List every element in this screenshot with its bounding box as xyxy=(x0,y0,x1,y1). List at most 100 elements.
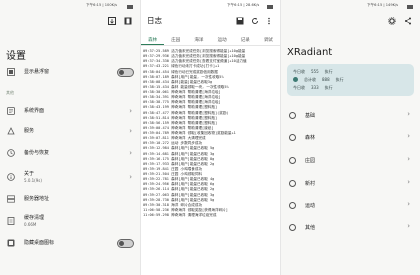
sport-icon xyxy=(289,202,296,209)
row-label: 服务器地址 xyxy=(24,196,50,202)
status-label: 今日收 xyxy=(293,85,305,90)
import-icon[interactable] xyxy=(122,15,134,27)
status-icons xyxy=(406,3,416,9)
more-vert-icon[interactable] xyxy=(263,15,275,27)
chevron-right-icon: › xyxy=(129,107,132,115)
save-icon[interactable] xyxy=(234,15,246,27)
menu-label: 新村 xyxy=(305,181,316,187)
status-text: 下午6:15 | 28.6K/s xyxy=(227,3,260,7)
about-row[interactable]: 关于 5.0.1(9s) › xyxy=(0,167,140,187)
chevron-right-icon: › xyxy=(129,149,132,157)
chevron-right-icon: › xyxy=(129,173,132,181)
status-value: 888 xyxy=(322,77,330,82)
status-line: 今日收 333 执行 xyxy=(293,85,333,91)
status-state: 执行 xyxy=(335,77,344,82)
status-bar: 下午6:15 | 28.6K/s xyxy=(141,0,280,10)
menu-item-village[interactable]: 新村 › xyxy=(281,172,420,194)
backup-icon xyxy=(7,149,15,157)
tab-ocean[interactable]: 海洋 xyxy=(187,36,210,45)
section-header: 其他 xyxy=(6,90,14,95)
row-label: 备份与恢复 xyxy=(24,150,50,156)
menu-item-farm[interactable]: 庄园 › xyxy=(281,149,420,171)
info-icon xyxy=(7,173,15,181)
log-text-area[interactable]: 09:37:25.589 活力值未完成任务[浏览搜索得能量]+10g能量 09:3… xyxy=(143,49,278,218)
village-icon xyxy=(289,180,296,187)
server-address-row[interactable]: 服务器地址 xyxy=(0,189,140,209)
settings-panel: 下午6:15 | 100K/s 设置 显示悬浮窗 其他 系统界面 › 服务 › … xyxy=(0,0,140,275)
menu-item-other[interactable]: 其他 › xyxy=(281,216,420,238)
status-value: 555 xyxy=(311,69,319,74)
app-bar: 日志 xyxy=(141,12,280,30)
service-row[interactable]: 服务 › xyxy=(0,121,140,141)
row-label: 服务 xyxy=(24,128,35,134)
status-line: 今日收 555 执行 xyxy=(293,69,333,75)
status-state: 执行 xyxy=(324,69,333,74)
status-state: 执行 xyxy=(324,85,333,90)
page-title: 日志 xyxy=(147,16,162,25)
row-label: 缓存清理 0.66M xyxy=(24,215,44,228)
settings-gear-icon[interactable] xyxy=(386,15,398,27)
menu-label: 基础 xyxy=(305,113,316,119)
basic-icon xyxy=(289,112,296,119)
row-label: 系统界面 xyxy=(24,108,45,114)
backup-row[interactable]: 备份与恢复 › xyxy=(0,143,140,163)
chevron-right-icon: › xyxy=(129,127,132,135)
share-icon[interactable] xyxy=(402,15,414,27)
export-icon[interactable] xyxy=(106,15,118,27)
hide-icon xyxy=(7,239,15,247)
row-label: 隐藏桌面图标 xyxy=(24,240,55,246)
status-text: 下午6:15 | 100K/s xyxy=(86,3,118,7)
page-title: 设置 xyxy=(6,51,26,62)
status-icons xyxy=(126,3,136,9)
status-label: 今日收 xyxy=(293,69,305,74)
hide-icon-row[interactable]: 隐藏桌面图标 xyxy=(0,233,140,253)
chevron-right-icon: › xyxy=(407,200,410,208)
status-line: 总计收 888 执行 xyxy=(293,77,344,83)
cache-label: 缓存清理 xyxy=(24,214,45,221)
tab-sport[interactable]: 运动 xyxy=(211,36,234,45)
home-panel: 下午6:15 | 149K/s XRadiant 今日收 555 执行 总计收 … xyxy=(280,0,420,275)
refresh-icon[interactable] xyxy=(249,15,261,27)
tab-forest[interactable]: 森林 xyxy=(141,36,165,45)
server-icon xyxy=(7,195,15,203)
chevron-right-icon: › xyxy=(407,178,410,186)
cache-clean-row[interactable]: 缓存清理 0.66M xyxy=(0,211,140,231)
menu-item-basic[interactable]: 基础 › xyxy=(281,104,420,126)
row-label: 显示悬浮窗 xyxy=(24,69,50,75)
tab-farm[interactable]: 庄园 xyxy=(164,36,187,45)
app-bar xyxy=(0,12,140,30)
window-icon xyxy=(7,68,15,76)
hide-icon-toggle[interactable] xyxy=(117,238,134,248)
status-text: 下午6:15 | 149K/s xyxy=(367,3,399,7)
menu-item-forest[interactable]: 森林 › xyxy=(281,126,420,148)
status-dot-icon xyxy=(293,77,298,82)
chevron-right-icon: › xyxy=(407,132,410,140)
system-ui-row[interactable]: 系统界面 › xyxy=(0,101,140,121)
status-bar: 下午6:15 | 100K/s xyxy=(0,0,140,10)
version-text: 5.0.1(9s) xyxy=(24,177,42,183)
menu-label: 庄园 xyxy=(305,158,316,164)
tab-record[interactable]: 记录 xyxy=(234,36,257,45)
menu-label: 其他 xyxy=(305,225,316,231)
menu-item-sport[interactable]: 运动 › xyxy=(281,194,420,216)
floating-window-row[interactable]: 显示悬浮窗 xyxy=(0,62,140,82)
log-tabs: 森林 庄园 海洋 运动 记录 调试 xyxy=(141,36,280,46)
cache-size-text: 0.66M xyxy=(24,221,37,227)
app-title: XRadiant xyxy=(287,47,333,58)
log-line: 11:06:59.298 神奇海洋 清理海洋垃圾完成 xyxy=(143,213,217,217)
status-bar: 下午6:15 | 149K/s xyxy=(281,0,420,10)
chevron-right-icon: › xyxy=(407,222,410,230)
cache-icon xyxy=(7,217,15,225)
chevron-right-icon: › xyxy=(407,110,410,118)
menu-label: 森林 xyxy=(305,135,316,141)
status-value: 333 xyxy=(311,85,319,90)
status-label: 总计收 xyxy=(304,77,316,82)
about-label: 关于 xyxy=(24,170,35,177)
tab-debug[interactable]: 调试 xyxy=(257,36,280,45)
forest-icon xyxy=(289,134,296,141)
floating-window-toggle[interactable] xyxy=(117,67,134,77)
menu-label: 运动 xyxy=(305,203,316,209)
chevron-right-icon: › xyxy=(407,155,410,163)
row-label: 关于 5.0.1(9s) xyxy=(24,171,42,184)
other-icon xyxy=(289,224,296,231)
